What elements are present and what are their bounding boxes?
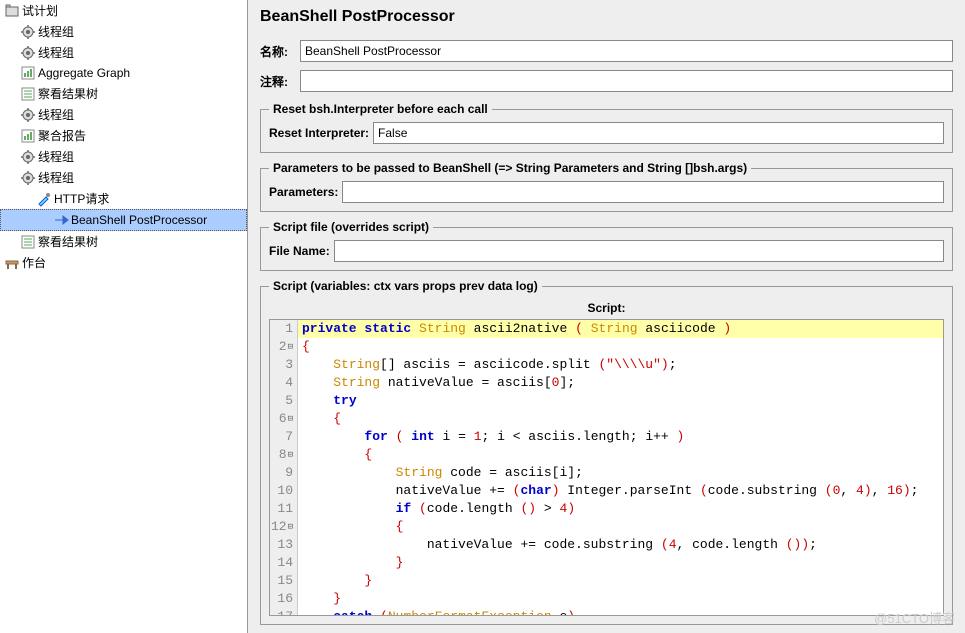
comment-row: 注释: bbox=[260, 70, 953, 92]
tree-item[interactable]: 察看结果树 bbox=[0, 83, 247, 104]
tree-item-label: 线程组 bbox=[38, 106, 74, 123]
reset-legend: Reset bsh.Interpreter before each call bbox=[269, 102, 492, 116]
script-legend: Script (variables: ctx vars props prev d… bbox=[269, 279, 542, 293]
tree-beanshell-postprocessor[interactable]: BeanShell PostProcessor bbox=[0, 209, 247, 231]
pipette-icon bbox=[36, 191, 52, 207]
gear-icon bbox=[20, 170, 36, 186]
workbench-icon bbox=[4, 255, 20, 271]
editor-code[interactable]: private static String ascii2native ( Str… bbox=[298, 320, 943, 615]
page-title: BeanShell PostProcessor bbox=[254, 0, 959, 36]
tree-icon bbox=[20, 86, 36, 102]
main-panel: BeanShell PostProcessor 名称: 注释: Reset bs… bbox=[248, 0, 965, 633]
file-input[interactable] bbox=[334, 240, 944, 262]
params-input[interactable] bbox=[342, 181, 944, 203]
tree-selected-label: BeanShell PostProcessor bbox=[71, 213, 207, 227]
tree-item-label: 线程组 bbox=[38, 23, 74, 40]
tree-panel: 试计划 线程组线程组Aggregate Graph察看结果树线程组聚合报告线程组… bbox=[0, 0, 248, 633]
file-fieldset: Script file (overrides script) File Name… bbox=[260, 220, 953, 271]
tree-http-label: HTTP请求 bbox=[54, 190, 109, 207]
arrow-icon bbox=[53, 212, 69, 228]
name-label: 名称: bbox=[260, 43, 294, 60]
reset-fieldset: Reset bsh.Interpreter before each call R… bbox=[260, 102, 953, 153]
tree-root[interactable]: 试计划 bbox=[0, 0, 247, 21]
code-editor[interactable]: 12⊟3456⊟78⊟9101112⊟131415161718⊟192021 p… bbox=[269, 319, 944, 616]
params-fieldset: Parameters to be passed to BeanShell (=>… bbox=[260, 161, 953, 212]
tree-workbench-label: 作台 bbox=[22, 254, 46, 271]
tree-item-label: 察看结果树 bbox=[38, 85, 98, 102]
tree-item-label: 线程组 bbox=[38, 44, 74, 61]
params-legend: Parameters to be passed to BeanShell (=>… bbox=[269, 161, 751, 175]
tree-item-label: 聚合报告 bbox=[38, 127, 86, 144]
tree-item[interactable]: 线程组 bbox=[0, 146, 247, 167]
tree-view-results-2[interactable]: 察看结果树 bbox=[0, 231, 247, 252]
gear-icon bbox=[20, 24, 36, 40]
script-header: Script: bbox=[269, 299, 944, 319]
tree-workbench[interactable]: 作台 bbox=[0, 252, 247, 273]
tree-item[interactable]: 线程组 bbox=[0, 104, 247, 125]
tree-item-label: Aggregate Graph bbox=[38, 66, 130, 80]
tree-item-label: 线程组 bbox=[38, 169, 74, 186]
tree-item[interactable]: 线程组 bbox=[0, 42, 247, 63]
comment-input[interactable] bbox=[300, 70, 953, 92]
name-input[interactable] bbox=[300, 40, 953, 62]
tree-item-label: 线程组 bbox=[38, 148, 74, 165]
comment-label: 注释: bbox=[260, 73, 294, 90]
testplan-icon bbox=[4, 3, 20, 19]
tree-http-request[interactable]: HTTP请求 bbox=[0, 188, 247, 209]
tree-item[interactable]: 线程组 bbox=[0, 21, 247, 42]
tree-item[interactable]: 聚合报告 bbox=[0, 125, 247, 146]
tree-item[interactable]: Aggregate Graph bbox=[0, 63, 247, 83]
script-fieldset: Script (variables: ctx vars props prev d… bbox=[260, 279, 953, 625]
params-label: Parameters: bbox=[269, 185, 338, 199]
tree-view-results-2-label: 察看结果树 bbox=[38, 233, 98, 250]
gear-icon bbox=[20, 149, 36, 165]
tree-item[interactable]: 线程组 bbox=[0, 167, 247, 188]
tree-root-label: 试计划 bbox=[22, 2, 58, 19]
reset-label: Reset Interpreter: bbox=[269, 126, 369, 140]
gear-icon bbox=[20, 45, 36, 61]
reset-input[interactable] bbox=[373, 122, 944, 144]
gear-icon bbox=[20, 107, 36, 123]
file-legend: Script file (overrides script) bbox=[269, 220, 433, 234]
file-label: File Name: bbox=[269, 244, 330, 258]
tree-results-icon bbox=[20, 234, 36, 250]
report-icon bbox=[20, 65, 36, 81]
editor-gutter: 12⊟3456⊟78⊟9101112⊟131415161718⊟192021 bbox=[270, 320, 298, 615]
report-icon bbox=[20, 128, 36, 144]
name-row: 名称: bbox=[260, 40, 953, 62]
